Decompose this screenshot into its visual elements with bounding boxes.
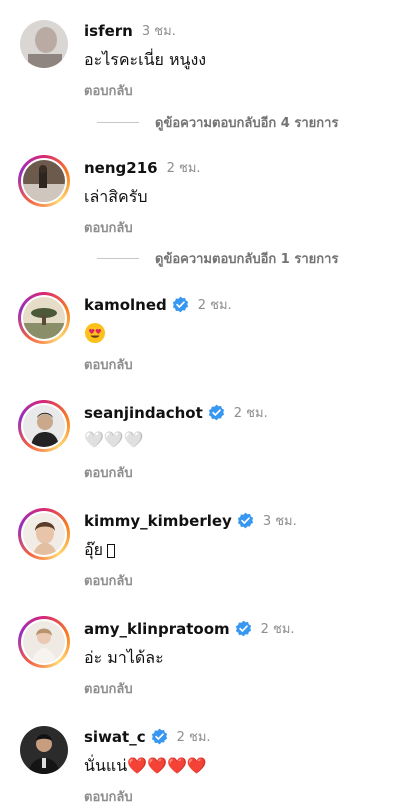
reply-button[interactable]: ตอบกลับ (84, 786, 133, 807)
verified-badge-icon (172, 296, 188, 313)
username[interactable]: amy_klinpratoom (84, 620, 230, 638)
verified-badge-icon (237, 512, 253, 529)
verified-badge-icon (208, 404, 224, 421)
timestamp: 2 ชม. (260, 622, 295, 637)
view-more-replies[interactable]: ดูข้อความตอบกลับอีก 1 รายการ (97, 248, 338, 268)
username[interactable]: kamolned (84, 296, 167, 314)
comment-text: อะไรคะเนี่ย หนูงง (84, 50, 207, 69)
avatar-photo (20, 20, 68, 68)
timestamp: 2 ชม. (197, 298, 232, 313)
comment-text-content: อุ๊ย (84, 540, 103, 559)
avatar[interactable] (18, 155, 70, 207)
avatar[interactable] (18, 18, 70, 70)
avatar[interactable] (18, 616, 70, 668)
story-ring (21, 619, 67, 665)
avatar[interactable] (18, 400, 70, 452)
reply-button[interactable]: ตอบกลับ (84, 354, 133, 375)
story-ring (21, 403, 67, 449)
reply-button[interactable]: ตอบกลับ (84, 80, 133, 101)
username[interactable]: seanjindachot (84, 404, 203, 422)
avatar[interactable] (18, 508, 70, 560)
comment-text (84, 322, 106, 344)
reply-button[interactable]: ตอบกลับ (84, 462, 133, 483)
comment-text: อ่ะ มาได้ละ (84, 648, 164, 667)
story-ring (21, 295, 67, 341)
story-ring (21, 158, 67, 204)
view-more-replies-label[interactable]: ดูข้อความตอบกลับอีก 4 รายการ (155, 112, 338, 133)
username[interactable]: siwat_c (84, 728, 146, 746)
verified-badge-icon (151, 728, 167, 745)
avatar[interactable] (18, 292, 70, 344)
timestamp: 2 ชม. (176, 730, 211, 745)
divider (97, 121, 139, 123)
comment-text: เล่าสิครับ (84, 187, 148, 206)
comment-text: อุ๊ย (84, 538, 115, 563)
timestamp: 2 ชม. (166, 161, 201, 176)
divider (97, 257, 139, 259)
unsupported-glyph-icon (106, 543, 115, 558)
username[interactable]: isfern (84, 22, 133, 40)
comment-text: นั่นแน่❤️❤️❤️❤️ (84, 756, 207, 775)
timestamp: 3 ชม. (141, 24, 176, 39)
avatar[interactable] (18, 724, 70, 776)
avatar-photo (23, 160, 65, 202)
avatar-photo (23, 297, 65, 339)
view-more-replies-label[interactable]: ดูข้อความตอบกลับอีก 1 รายการ (155, 248, 338, 269)
view-more-replies[interactable]: ดูข้อความตอบกลับอีก 4 รายการ (97, 112, 338, 132)
heart-eyes-emoji-icon (85, 323, 105, 343)
avatar-photo (23, 513, 65, 555)
timestamp: 2 ชม. (233, 406, 268, 421)
username[interactable]: neng216 (84, 159, 158, 177)
timestamp: 3 ชม. (262, 514, 297, 529)
avatar-photo (20, 726, 68, 774)
username[interactable]: kimmy_kimberley (84, 512, 232, 530)
reply-button[interactable]: ตอบกลับ (84, 217, 133, 238)
verified-badge-icon (235, 620, 251, 637)
reply-button[interactable]: ตอบกลับ (84, 678, 133, 699)
avatar-photo (23, 621, 65, 663)
avatar-photo (23, 405, 65, 447)
story-ring (21, 511, 67, 557)
comment-text: 🤍🤍🤍 (84, 430, 144, 449)
reply-button[interactable]: ตอบกลับ (84, 570, 133, 591)
